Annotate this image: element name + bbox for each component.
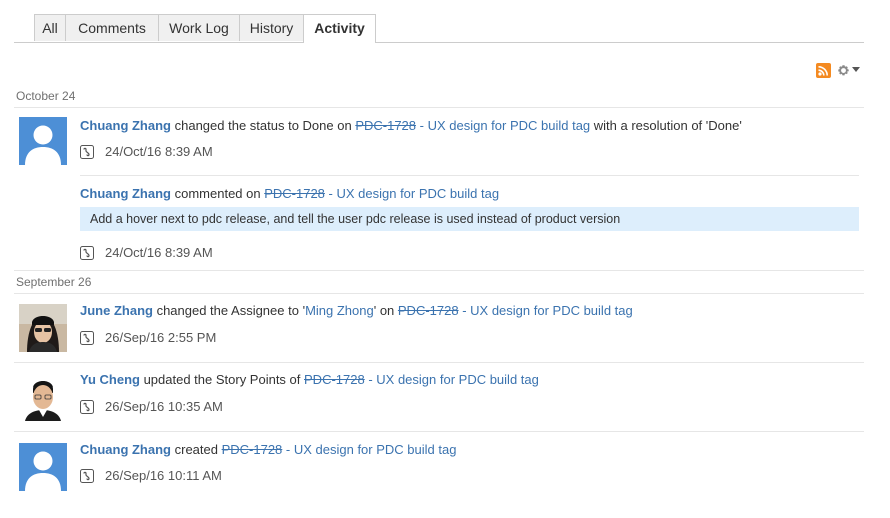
tab-history[interactable]: History	[239, 14, 304, 41]
issue-key-link[interactable]: PDC-1728	[355, 118, 416, 133]
activity-entry-text: Yu Cheng updated the Story Points of PDC…	[80, 372, 539, 387]
issue-title-link[interactable]: - UX design for PDC build tag	[416, 118, 591, 133]
date-label: October 24	[16, 89, 76, 103]
issue-type-icon	[80, 468, 94, 483]
gear-icon	[838, 64, 849, 75]
date-header: October 24	[14, 85, 864, 108]
issue-type-icon	[80, 245, 94, 260]
timestamp[interactable]: 26/Sep/16 10:11 AM	[105, 468, 222, 483]
tab-all[interactable]: All	[34, 14, 66, 41]
assignee-link[interactable]: Ming Zhong	[305, 303, 374, 318]
tab-work-log[interactable]: Work Log	[158, 14, 240, 41]
entry-meta: 26/Sep/16 2:55 PM	[80, 330, 216, 345]
activity-entry-text: June Zhang changed the Assignee to 'Ming…	[80, 303, 633, 318]
entry-divider	[14, 431, 864, 432]
issue-title-link[interactable]: - UX design for PDC build tag	[325, 186, 500, 201]
avatar[interactable]	[19, 117, 67, 165]
avatar[interactable]	[19, 373, 67, 421]
issue-key-link[interactable]: PDC-1728	[398, 303, 459, 318]
issue-key-link[interactable]: PDC-1728	[222, 442, 283, 457]
rss-feed-icon[interactable]	[816, 62, 831, 78]
activity-entry-text: Chuang Zhang changed the status to Done …	[80, 118, 742, 133]
chevron-down-icon	[852, 67, 860, 72]
settings-dropdown[interactable]	[837, 64, 860, 77]
timestamp[interactable]: 24/Oct/16 8:39 AM	[105, 245, 213, 260]
avatar[interactable]	[19, 443, 67, 491]
activity-tabs: All Comments Work Log History Activity	[14, 14, 864, 43]
date-label: September 26	[16, 275, 92, 289]
user-avatar-icon	[25, 451, 61, 491]
timestamp[interactable]: 24/Oct/16 8:39 AM	[105, 144, 213, 159]
issue-type-icon	[80, 144, 94, 159]
issue-type-icon	[80, 399, 94, 414]
entry-divider	[80, 175, 859, 176]
tab-comments[interactable]: Comments	[65, 14, 159, 41]
user-link[interactable]: Yu Cheng	[80, 372, 140, 387]
timestamp[interactable]: 26/Sep/16 2:55 PM	[105, 330, 216, 345]
activity-entry-text: Chuang Zhang commented on PDC-1728 - UX …	[80, 186, 500, 201]
entry-divider	[14, 362, 864, 363]
entry-meta: 24/Oct/16 8:39 AM	[80, 144, 213, 159]
activity-toolbar	[816, 62, 860, 78]
avatar[interactable]	[19, 304, 67, 352]
comment-body: Add a hover next to pdc release, and tel…	[80, 207, 859, 231]
tab-activity[interactable]: Activity	[303, 14, 376, 43]
issue-key-link[interactable]: PDC-1728	[304, 372, 365, 387]
entry-meta: 24/Oct/16 8:39 AM	[80, 245, 213, 260]
timestamp[interactable]: 26/Sep/16 10:35 AM	[105, 399, 223, 414]
user-link[interactable]: Chuang Zhang	[80, 442, 171, 457]
issue-title-link[interactable]: - UX design for PDC build tag	[282, 442, 457, 457]
date-header: September 26	[14, 271, 864, 294]
user-link[interactable]: Chuang Zhang	[80, 118, 171, 133]
entry-meta: 26/Sep/16 10:11 AM	[80, 468, 222, 483]
issue-type-icon	[80, 330, 94, 345]
activity-entry-text: Chuang Zhang created PDC-1728 - UX desig…	[80, 442, 457, 457]
issue-key-link[interactable]: PDC-1728	[264, 186, 325, 201]
user-link[interactable]: June Zhang	[80, 303, 153, 318]
issue-title-link[interactable]: - UX design for PDC build tag	[459, 303, 633, 318]
issue-title-link[interactable]: - UX design for PDC build tag	[365, 372, 539, 387]
user-photo	[19, 373, 67, 421]
user-link[interactable]: Chuang Zhang	[80, 186, 171, 201]
user-photo	[19, 304, 67, 352]
entry-meta: 26/Sep/16 10:35 AM	[80, 399, 223, 414]
user-avatar-icon	[25, 125, 61, 165]
